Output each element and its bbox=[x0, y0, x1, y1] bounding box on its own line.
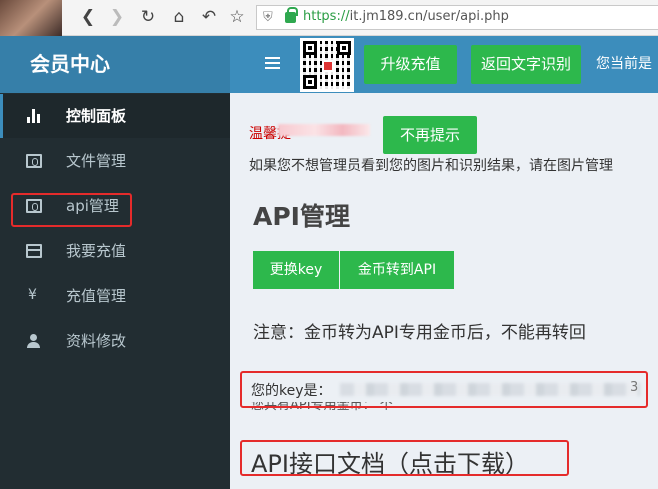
yen-icon: ¥ bbox=[28, 287, 37, 303]
brand-title[interactable]: 会员中心 bbox=[0, 36, 230, 93]
highlight-box-api-menu bbox=[11, 193, 132, 227]
highlight-box-key bbox=[240, 371, 648, 408]
transfer-coins-button[interactable]: 金币转到API bbox=[340, 251, 454, 289]
address-bar[interactable]: ⛨ https://it.jm189.cn/user/api.php bbox=[256, 5, 658, 30]
sidebar-item-label: 文件管理 bbox=[66, 152, 127, 170]
top-navbar: 升级充值 返回文字识别 您当前是 bbox=[230, 36, 658, 93]
tip-message: 如果您不想管理员看到您的图片和识别结果，请在图片管理 bbox=[249, 158, 613, 174]
browser-toolbar: ❮ ❯ ↻ ⌂ ↶ ☆ ⛨ https://it.jm189.cn/user/a… bbox=[0, 0, 658, 36]
sidebar-item-files[interactable]: 文件管理 bbox=[0, 139, 230, 183]
undo-icon[interactable]: ↶ bbox=[198, 6, 220, 28]
upgrade-button[interactable]: 升级充值 bbox=[364, 45, 457, 84]
star-icon[interactable]: ☆ bbox=[226, 6, 248, 28]
sidebar-item-dashboard[interactable]: 控制面板 bbox=[0, 94, 230, 138]
back-to-ocr-button[interactable]: 返回文字识别 bbox=[471, 45, 581, 84]
shield-icon: ⛨ bbox=[263, 10, 273, 25]
highlight-box-doc bbox=[240, 440, 569, 476]
notice-text: 注意：金币转为API专用金币后，不能再转回 bbox=[253, 323, 586, 343]
sidebar-item-label: 资料修改 bbox=[66, 332, 127, 350]
url-path: it.jm189.cn/user/api.php bbox=[349, 9, 509, 24]
home-icon[interactable]: ⌂ bbox=[168, 6, 190, 28]
url-text[interactable]: https://it.jm189.cn/user/api.php bbox=[303, 9, 509, 24]
user-icon bbox=[26, 334, 42, 348]
menu-toggle-icon[interactable] bbox=[265, 57, 280, 69]
url-scheme: https:// bbox=[303, 9, 350, 24]
bar-chart-icon bbox=[26, 109, 42, 123]
sidebar-item-recharge[interactable]: 我要充值 bbox=[0, 229, 230, 273]
main-content: 温馨提 不再提示 如果您不想管理员看到您的图片和识别结果，请在图片管理 API管… bbox=[230, 93, 658, 489]
money-icon bbox=[26, 154, 42, 168]
reload-icon[interactable]: ↻ bbox=[137, 6, 159, 28]
dismiss-tip-button[interactable]: 不再提示 bbox=[383, 116, 477, 154]
sidebar-item-recharge-manage[interactable]: ¥ 充值管理 bbox=[0, 274, 230, 318]
sidebar-item-label: 我要充值 bbox=[66, 242, 127, 260]
change-key-button[interactable]: 更换key bbox=[253, 251, 339, 289]
credit-card-icon bbox=[26, 244, 42, 258]
back-icon[interactable]: ❮ bbox=[77, 6, 99, 28]
blurred-text bbox=[278, 124, 370, 136]
forward-icon[interactable]: ❯ bbox=[106, 6, 128, 28]
sidebar-item-label: 控制面板 bbox=[66, 107, 127, 125]
user-avatar[interactable] bbox=[0, 0, 62, 36]
page-title: API管理 bbox=[253, 202, 350, 231]
sidebar: 会员中心 控制面板 文件管理 api管理 我要充值 ¥ 充值管理 资料修改 bbox=[0, 36, 230, 489]
sidebar-item-label: 充值管理 bbox=[66, 287, 127, 305]
lock-icon bbox=[285, 7, 298, 23]
qr-code bbox=[300, 38, 354, 92]
account-status-text: 您当前是 bbox=[596, 56, 652, 72]
sidebar-item-profile[interactable]: 资料修改 bbox=[0, 319, 230, 363]
